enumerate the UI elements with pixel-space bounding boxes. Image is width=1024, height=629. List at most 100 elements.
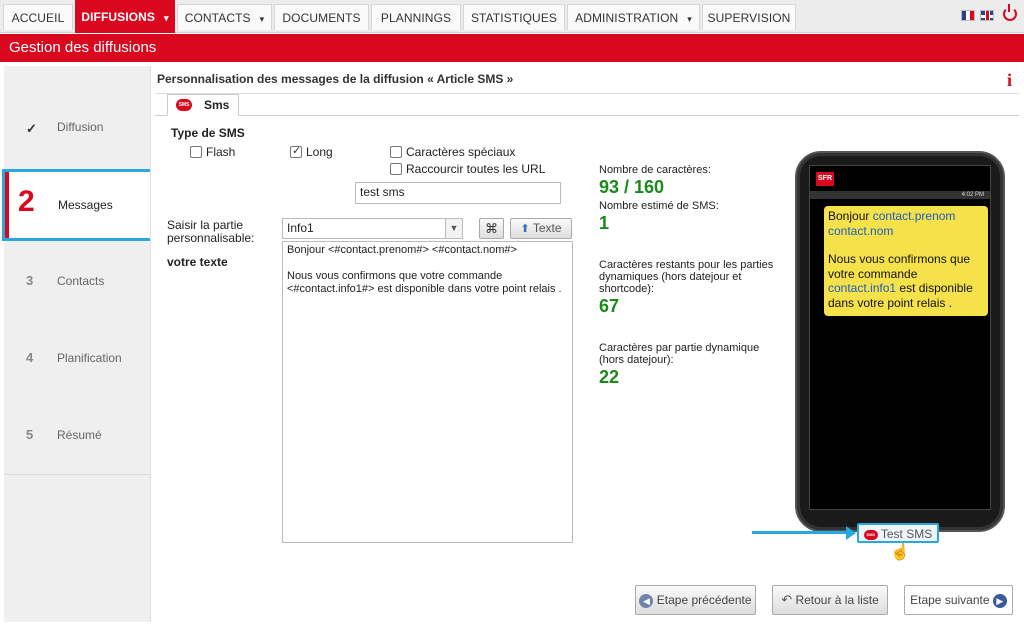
per-part-value: 22 bbox=[599, 367, 620, 387]
nav-statistiques[interactable]: STATISTIQUES bbox=[463, 4, 565, 30]
bubble-spacer bbox=[828, 238, 984, 252]
back-to-list-label: Retour à la liste bbox=[795, 593, 879, 607]
tab-sms-label: Sms bbox=[204, 98, 230, 112]
arrow-left-icon: ◀ bbox=[639, 593, 654, 608]
hand-cursor-icon: ☝ bbox=[890, 544, 910, 561]
long-checkbox[interactable] bbox=[290, 144, 302, 158]
nav-plannings[interactable]: PLANNINGS bbox=[371, 4, 461, 30]
power-icon[interactable] bbox=[1003, 4, 1017, 21]
message-textarea[interactable]: Bonjour <#contact.prenom#> <#contact.nom… bbox=[282, 241, 573, 543]
bubble-variable: contact.nom bbox=[828, 223, 894, 238]
step-messages[interactable]: 2 Messages bbox=[2, 169, 154, 241]
nav-plannings-label: PLANNINGS bbox=[380, 11, 452, 25]
back-to-list-button[interactable]: ↶ Retour à la liste bbox=[772, 585, 888, 615]
message-line: Nous vous confirmons que votre commande … bbox=[287, 270, 562, 295]
bubble-variable: contact.prenom bbox=[872, 209, 956, 223]
chevron-down-icon: ▾ bbox=[687, 14, 692, 24]
step-resume-number: 5 bbox=[26, 427, 34, 442]
page-title: Gestion des diffusions bbox=[0, 34, 1024, 62]
language-switcher bbox=[961, 10, 994, 21]
info-icon[interactable]: i bbox=[1007, 70, 1012, 91]
bubble-variable: contact.info1 bbox=[828, 281, 897, 295]
phone-screen: SFR 4:02 PM Bonjour contact.prenom conta… bbox=[809, 165, 991, 510]
nav-diffusions-label: DIFFUSIONS bbox=[81, 10, 156, 24]
nav-statistiques-label: STATISTIQUES bbox=[470, 11, 558, 25]
nav-supervision[interactable]: SUPERVISION bbox=[702, 4, 796, 30]
variables-button[interactable]: ⌘ bbox=[479, 218, 504, 239]
upload-icon: ⬆ bbox=[520, 223, 530, 235]
step-resume-label: Résumé bbox=[57, 428, 102, 442]
step-diffusion[interactable]: ✓ Diffusion bbox=[4, 90, 150, 164]
remaining-chars-value: 67 bbox=[599, 296, 620, 316]
step-messages-number: 2 bbox=[18, 185, 35, 218]
nav-supervision-label: SUPERVISION bbox=[707, 11, 791, 25]
english-flag-icon[interactable] bbox=[980, 10, 994, 21]
nav-documents[interactable]: DOCUMENTS bbox=[274, 4, 369, 30]
texte-button[interactable]: ⬆ Texte bbox=[510, 218, 572, 239]
shorten-urls-checkbox[interactable] bbox=[390, 163, 402, 175]
step-contacts[interactable]: 3 Contacts bbox=[4, 246, 150, 320]
tab-sms[interactable]: SMS Sms bbox=[167, 94, 239, 116]
main-panel: Personnalisation des messages de la diff… bbox=[150, 66, 1022, 622]
previous-step-button[interactable]: ◀ Etape précédente bbox=[635, 585, 756, 615]
wizard-steps: ✓ Diffusion 2 Messages 3 Contacts 4 Plan… bbox=[2, 66, 154, 622]
back-arrow-icon: ↶ bbox=[781, 592, 793, 607]
remaining-chars-label: Caractères restants pour les parties dyn… bbox=[599, 259, 774, 295]
chevron-down-icon: ▾ bbox=[259, 14, 265, 24]
test-value-input[interactable]: test sms bbox=[355, 182, 561, 204]
step-planification[interactable]: 4 Planification bbox=[4, 323, 150, 397]
step-planification-number: 4 bbox=[26, 350, 34, 365]
divider bbox=[4, 474, 150, 475]
french-flag-icon[interactable] bbox=[961, 10, 975, 21]
step-diffusion-label: Diffusion bbox=[57, 120, 104, 134]
nav-accueil-label: ACCUEIL bbox=[11, 11, 65, 25]
nav-diffusions[interactable]: DIFFUSIONS ▾ bbox=[75, 0, 175, 33]
divider bbox=[155, 93, 1019, 94]
divider bbox=[155, 115, 1019, 116]
sms-count-value: 1 bbox=[599, 213, 610, 233]
phone-clock: 4:02 PM bbox=[961, 192, 984, 198]
special-chars-checkbox[interactable] bbox=[390, 146, 402, 158]
phone-status-bar: 4:02 PM bbox=[810, 191, 990, 199]
step-planification-label: Planification bbox=[57, 351, 122, 365]
arrow-right-icon: ▶ bbox=[992, 593, 1007, 608]
special-chars-label: Caractères spéciaux bbox=[406, 145, 516, 159]
arrow-head-icon bbox=[846, 526, 856, 540]
custom-part-label: Saisir la partie personnalisable: bbox=[167, 218, 255, 245]
nav-accueil[interactable]: ACCUEIL bbox=[3, 4, 73, 30]
sms-count-label: Nombre estimé de SMS: bbox=[599, 200, 719, 212]
sms-icon: SMS bbox=[176, 99, 192, 111]
nav-contacts-label: CONTACTS bbox=[184, 11, 251, 25]
chevron-down-icon: ▼ bbox=[445, 219, 462, 238]
custom-part-value: Info1 bbox=[287, 221, 314, 235]
nav-documents-label: DOCUMENTS bbox=[282, 11, 361, 25]
sfr-logo: SFR bbox=[816, 172, 834, 186]
sms-icon: SMS bbox=[863, 529, 878, 540]
next-step-button[interactable]: Etape suivante ▶ bbox=[904, 585, 1013, 615]
nav-administration-label: ADMINISTRATION bbox=[575, 11, 679, 25]
check-icon: ✓ bbox=[26, 121, 37, 136]
char-count-label: Nombre de caractères: bbox=[599, 164, 711, 176]
bubble-text: Nous vous confirmons que votre commande bbox=[828, 252, 971, 281]
test-sms-button[interactable]: SMS Test SMS bbox=[857, 523, 939, 543]
your-text-label: votre texte bbox=[167, 255, 228, 269]
test-sms-label: Test SMS bbox=[880, 527, 933, 541]
nav-contacts[interactable]: CONTACTS ▾ bbox=[177, 4, 272, 30]
custom-part-select[interactable]: Info1 ▼ bbox=[282, 218, 463, 239]
step-contacts-label: Contacts bbox=[57, 274, 105, 288]
bubble-text: Bonjour bbox=[828, 209, 870, 223]
step-resume[interactable]: 5 Résumé bbox=[4, 400, 150, 474]
flash-checkbox[interactable] bbox=[190, 146, 202, 158]
panel-title: Personnalisation des messages de la diff… bbox=[157, 72, 514, 86]
message-line: Bonjour <#contact.prenom#> <#contact.nom… bbox=[287, 244, 517, 256]
sms-type-heading: Type de SMS bbox=[171, 126, 245, 140]
arrow-icon bbox=[752, 531, 852, 534]
step-contacts-number: 3 bbox=[26, 273, 34, 288]
nav-administration[interactable]: ADMINISTRATION ▾ bbox=[567, 4, 700, 30]
per-part-label: Caractères par partie dynamique (hors da… bbox=[599, 342, 760, 366]
char-count-value: 93 / 160 bbox=[599, 177, 665, 197]
texte-button-label: Texte bbox=[532, 221, 562, 235]
phone-preview: SFR 4:02 PM Bonjour contact.prenom conta… bbox=[795, 151, 1005, 532]
variables-icon: ⌘ bbox=[485, 221, 498, 236]
